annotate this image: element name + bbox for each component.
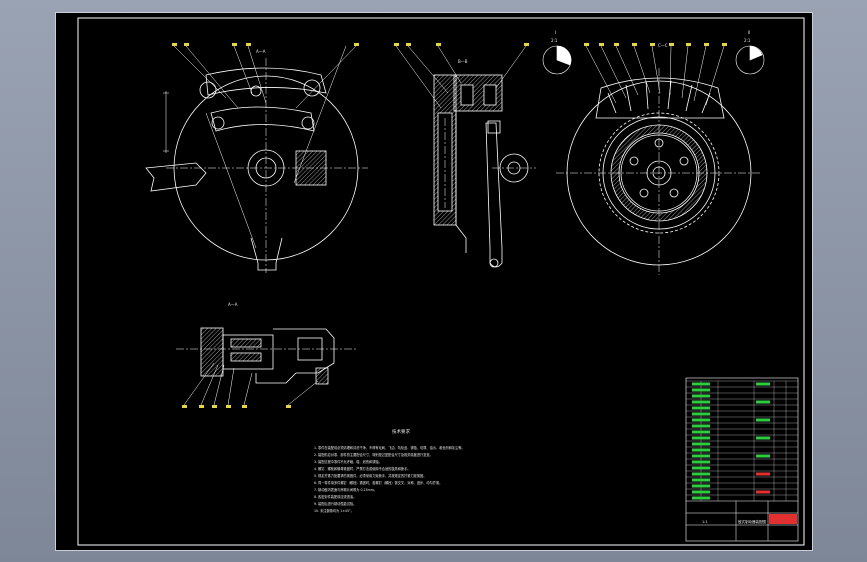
detail-circle-1	[542, 45, 572, 75]
notes-line: 8. 各密封件装配前应浸透油。	[314, 494, 356, 499]
cad-viewport[interactable]: A—A B—B C—C A—A I 2:1 II 2:1 技术要求 1. 零件在…	[55, 12, 813, 551]
parts-list-name-cell	[692, 382, 710, 386]
technical-notes: 技术要求 1. 零件在装配前必须清理和清洗干净，不得有毛刺、飞边、氧化皮、锈蚀、…	[314, 428, 465, 513]
bottom-section-caliper	[176, 327, 356, 406]
detail-2-scale: 2:1	[744, 38, 751, 43]
parts-list-name-cell	[692, 412, 710, 416]
parts-list-material-cell	[756, 472, 770, 476]
parts-list-name-cell	[692, 400, 710, 404]
parts-list-name-cell	[692, 394, 710, 398]
parts-list-name-cell	[692, 466, 710, 470]
title-block: 鼓式制动器装配图 1:1	[685, 377, 799, 542]
notes-line: 10. 未注倒角均为 1×45°。	[314, 508, 354, 513]
detail-circle-2	[735, 45, 765, 75]
parts-list-name-cell	[692, 430, 710, 434]
notes-line: 4. 螺钉、螺栓和螺母紧固时，严禁打击或使用不合适的旋具和扳手。	[314, 466, 411, 471]
parts-list-name-cell	[692, 478, 710, 482]
bottom-view-label: A—A	[228, 302, 238, 307]
notes-line: 1. 零件在装配前必须清理和清洗干净，不得有毛刺、飞边、氧化皮、锈蚀、切屑、油污…	[314, 445, 465, 450]
front-view-brake	[145, 45, 368, 273]
side-view-label: B—B	[458, 59, 468, 64]
parts-list-name-cell	[692, 460, 710, 464]
parts-list-material-cell	[756, 454, 770, 458]
parts-list-material-cell	[756, 436, 770, 440]
parts-list-name-cell	[692, 436, 710, 440]
parts-list-material-cell	[756, 418, 770, 422]
parts-list-name-cell	[692, 424, 710, 428]
parts-list-name-cell	[692, 454, 710, 458]
parts-list-name-cell	[692, 490, 710, 494]
detail-1-label: I	[555, 30, 556, 35]
notes-line: 9. 装配后进行制动性能试验。	[314, 501, 356, 506]
front-view-label: A—A	[256, 49, 266, 54]
parts-list-name-cell	[692, 484, 710, 488]
notes-line: 2. 装配前应对零、部件的主要配合尺寸，特别是过盈配合尺寸及相关精度进行复查。	[314, 452, 433, 457]
notes-heading: 技术要求	[392, 428, 410, 435]
detail-2-label: II	[748, 30, 750, 35]
parts-list-name-cell	[692, 448, 710, 452]
detail-1-scale: 2:1	[551, 38, 558, 43]
right-view-drum	[556, 45, 762, 275]
notes-line: 6. 同一零件用多件螺钉（螺栓）紧固时，各螺钉（螺栓）需交叉、对称、逐步、均匀拧…	[314, 480, 442, 485]
assembly-drawing: A—A B—B C—C A—A I 2:1 II 2:1 技术要求 1. 零件在…	[77, 17, 805, 546]
parts-list-name-cell	[692, 472, 710, 476]
drawing-scale: 1:1	[702, 520, 708, 524]
parts-list-material-cell	[756, 490, 770, 494]
right-view-label: C—C	[658, 43, 668, 48]
parts-list-name-cell	[692, 442, 710, 446]
drawing-title: 鼓式制动器装配图	[738, 519, 766, 524]
parts-list-name-cell	[692, 418, 710, 422]
parts-list-name-cell	[692, 388, 710, 392]
notes-line: 5. 规定拧紧力矩要求的紧固件，必须采用力矩扳手，并按规定的拧紧力矩紧固。	[314, 473, 426, 478]
parts-list-material-cell	[756, 382, 770, 386]
notes-line: 7. 制动鼓内表面与摩擦片间隙为 0.25mm。	[314, 487, 377, 492]
parts-list-name-cell	[692, 406, 710, 410]
notes-line: 3. 装配过程中零件不允许磕、碰、划伤和锈蚀。	[314, 459, 382, 464]
parts-list-material-cell	[756, 400, 770, 404]
parts-list-name-cell	[692, 496, 710, 500]
side-section-brake	[395, 45, 536, 268]
